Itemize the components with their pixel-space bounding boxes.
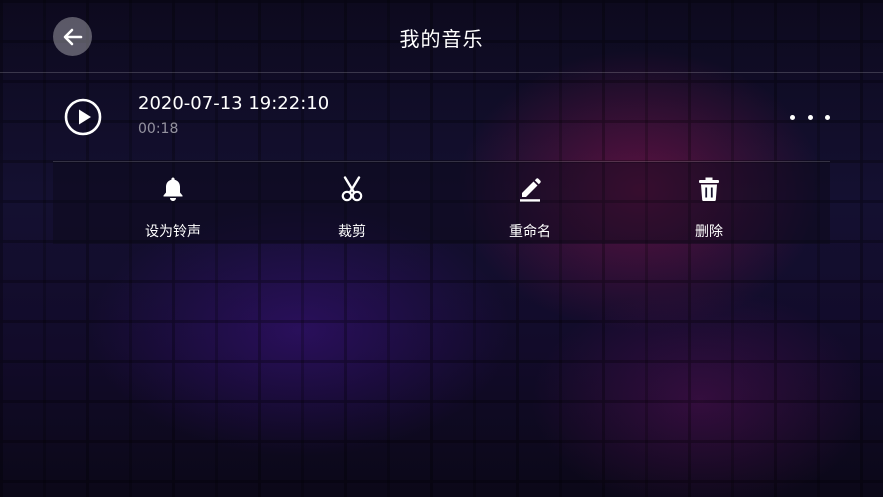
trim-button[interactable]: 裁剪 [292,162,412,244]
page-title: 我的音乐 [399,27,484,51]
rename-label: 重命名 [509,224,551,240]
music-screen: 我的音乐 2020-07-13 19:22:10 00:18 设为铃声 裁剪 重… [0,0,883,497]
scissors-icon [341,176,363,202]
recording-name: 2020-07-13 19:22:10 [138,93,330,114]
more-options-button[interactable] [790,103,830,131]
rename-button[interactable]: 重命名 [470,162,590,244]
trim-label: 裁剪 [338,224,366,240]
header-bar: 我的音乐 [0,0,883,73]
delete-label: 删除 [695,224,723,240]
play-circle-icon [64,98,102,136]
more-horizontal-icon [807,114,813,120]
play-button[interactable] [64,98,102,136]
set-ringtone-label: 设为铃声 [145,224,201,240]
pencil-icon [520,178,541,202]
bell-icon [163,177,183,201]
set-ringtone-button[interactable]: 设为铃声 [113,162,233,244]
recording-row[interactable]: 2020-07-13 19:22:10 00:18 [53,73,830,162]
more-horizontal-icon [790,114,795,120]
more-horizontal-icon [825,114,830,120]
trash-icon [699,177,719,201]
recording-duration: 00:18 [138,121,179,137]
action-bar: 设为铃声 裁剪 重命名 删除 [53,162,830,244]
delete-button[interactable]: 删除 [649,162,769,244]
